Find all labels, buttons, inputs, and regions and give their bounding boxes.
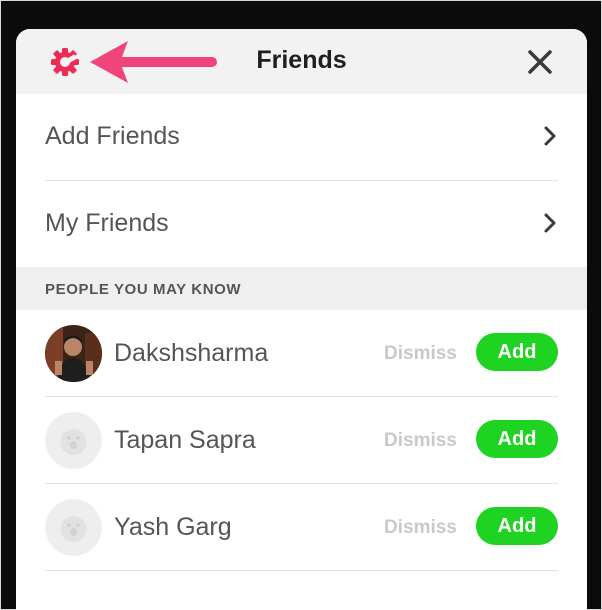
list-item: Dakshsharma Dismiss Add	[16, 310, 587, 397]
header: Friends	[16, 29, 587, 94]
menu-item-my-friends[interactable]: My Friends	[16, 181, 587, 268]
page-title: Friends	[256, 46, 347, 74]
dismiss-button[interactable]: Dismiss	[384, 343, 457, 365]
list-item: Tapan Sapra Dismiss Add	[16, 397, 587, 484]
add-button[interactable]: Add	[476, 507, 558, 545]
chevron-right-icon	[544, 213, 556, 233]
avatar[interactable]	[45, 412, 102, 469]
close-icon	[528, 50, 552, 74]
friends-sheet: Friends Add Friends My Friends PEOPLE YO…	[16, 29, 587, 610]
add-button[interactable]: Add	[476, 333, 558, 371]
menu-item-add-friends[interactable]: Add Friends	[16, 94, 587, 181]
ghost-avatar-icon	[45, 499, 102, 556]
avatar[interactable]	[45, 499, 102, 556]
dismiss-button[interactable]: Dismiss	[384, 517, 457, 539]
section-label: PEOPLE YOU MAY KNOW	[45, 281, 242, 298]
profile-photo-icon	[45, 325, 102, 382]
chevron-right-icon	[544, 126, 556, 146]
list-item: Yash Garg Dismiss Add	[16, 484, 587, 571]
close-button[interactable]	[524, 46, 556, 78]
person-name: Yash Garg	[114, 513, 232, 541]
person-name: Dakshsharma	[114, 339, 269, 367]
person-name: Tapan Sapra	[114, 426, 256, 454]
section-header: PEOPLE YOU MAY KNOW	[16, 267, 587, 310]
divider	[45, 570, 558, 571]
ghost-avatar-icon	[45, 412, 102, 469]
menu-item-label: My Friends	[45, 209, 169, 237]
add-button[interactable]: Add	[476, 420, 558, 458]
dismiss-button[interactable]: Dismiss	[384, 430, 457, 452]
avatar[interactable]	[45, 325, 102, 382]
menu-item-label: Add Friends	[45, 122, 180, 150]
